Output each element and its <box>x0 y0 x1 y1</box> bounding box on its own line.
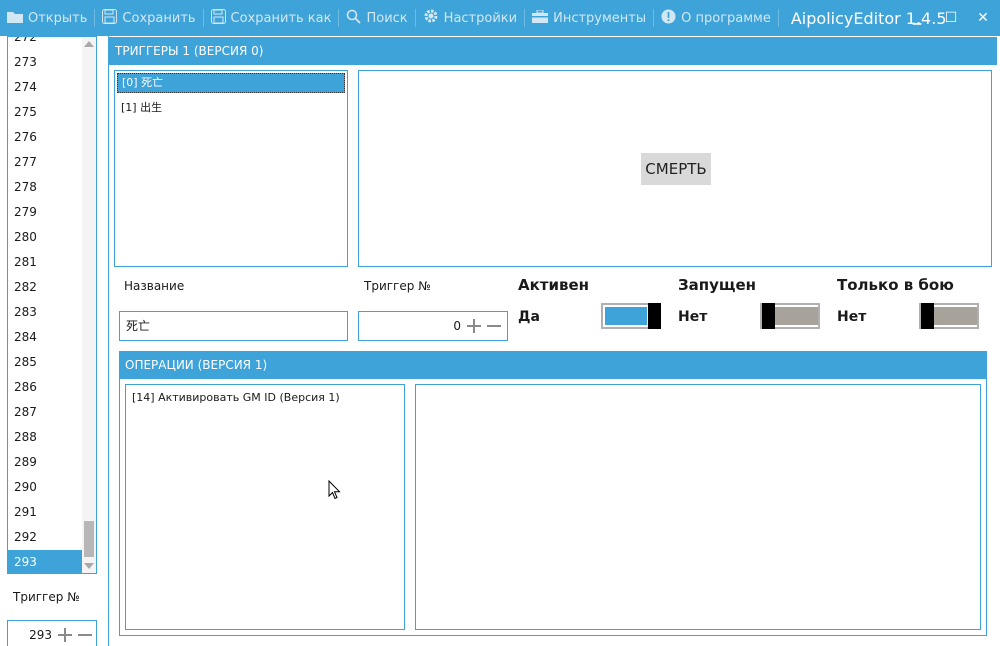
list-item[interactable]: 278 <box>8 175 84 200</box>
active-toggle-fill <box>605 307 647 325</box>
list-item[interactable]: 286 <box>8 375 84 400</box>
list-item[interactable]: 281 <box>8 250 84 275</box>
open-button[interactable]: Открыть <box>0 0 94 36</box>
combat-only-toggle[interactable] <box>919 303 979 329</box>
list-item[interactable]: 290 <box>8 475 84 500</box>
list-item[interactable]: 292 <box>8 525 84 550</box>
operation-details <box>415 384 981 630</box>
save-label: Сохранить <box>122 10 196 26</box>
running-value: Нет <box>678 309 708 325</box>
search-button[interactable]: Поиск <box>339 0 414 36</box>
left-trigger-stepper[interactable]: 293 <box>7 620 97 646</box>
minimize-icon: ▁ <box>912 11 922 25</box>
plus-icon[interactable] <box>467 319 481 333</box>
mouse-cursor-icon <box>328 480 341 500</box>
trigger-name-display[interactable]: СМЕРТЬ <box>641 153 711 185</box>
operations-list[interactable]: [14] Активировать GM ID (Версия 1) <box>125 384 405 630</box>
combat-only-value: Нет <box>837 309 867 325</box>
trigger-list[interactable]: [0] 死亡 [1] 出生 <box>114 70 348 267</box>
list-item[interactable]: 275 <box>8 100 84 125</box>
list-item[interactable]: 291 <box>8 500 84 525</box>
combat-only-toggle-knob <box>921 303 934 329</box>
trigger-number-value: 0 <box>453 319 461 333</box>
search-icon <box>346 9 362 28</box>
list-item[interactable]: 288 <box>8 425 84 450</box>
maximize-icon: ☐ <box>944 10 958 26</box>
operation-item[interactable]: [14] Активировать GM ID (Версия 1) <box>132 391 340 404</box>
title-bar: Открыть Сохранить Сохранить как Поиск На… <box>0 0 1000 36</box>
minus-icon[interactable] <box>78 628 92 642</box>
list-item[interactable]: 276 <box>8 125 84 150</box>
list-scrollbar[interactable] <box>82 37 96 573</box>
about-button[interactable]: О программе <box>654 0 778 36</box>
list-item[interactable]: 289 <box>8 450 84 475</box>
list-item[interactable]: 274 <box>8 75 84 100</box>
save-as-button[interactable]: Сохранить как <box>204 0 339 36</box>
running-toggle-fill <box>775 307 818 325</box>
tools-label: Инструменты <box>553 10 647 26</box>
save-button[interactable]: Сохранить <box>95 0 202 36</box>
scroll-up-icon[interactable] <box>84 41 94 47</box>
operations-panel: [14] Активировать GM ID (Версия 1) <box>119 379 987 636</box>
trigger-list-item[interactable]: [0] 死亡 <box>117 73 345 93</box>
running-toggle-knob <box>762 303 775 329</box>
list-item[interactable]: 279 <box>8 200 84 225</box>
plus-icon[interactable] <box>58 627 72 642</box>
active-toggle[interactable] <box>601 303 661 329</box>
tools-button[interactable]: Инструменты <box>525 0 653 36</box>
search-label: Поиск <box>366 10 408 26</box>
trigger-preview: СМЕРТЬ <box>358 70 992 267</box>
save-as-label: Сохранить как <box>230 10 332 26</box>
name-label: Название <box>124 279 185 293</box>
close-icon: ✕ <box>977 10 989 26</box>
list-item[interactable]: 284 <box>8 325 84 350</box>
active-value: Да <box>518 309 540 325</box>
list-item[interactable]: 282 <box>8 275 84 300</box>
combat-only-title: Только в бою <box>837 276 954 294</box>
running-toggle[interactable] <box>760 303 820 329</box>
active-title: Активен <box>518 276 590 294</box>
list-item[interactable]: 283 <box>8 300 84 325</box>
list-item[interactable]: 293 <box>8 550 84 573</box>
list-item[interactable]: 273 <box>8 50 84 75</box>
minus-icon[interactable] <box>487 319 501 333</box>
operations-header: ОПЕРАЦИИ (ВЕРСИЯ 1) <box>119 351 987 379</box>
trigger-number-list[interactable]: 272 273 274 275 276 277 278 279 280 281 282 283 284 2… <box>7 36 97 574</box>
toolbar-separator <box>777 9 779 27</box>
settings-button[interactable]: Настройки <box>416 0 524 36</box>
save-icon <box>102 8 118 28</box>
running-title: Запущен <box>678 276 757 294</box>
trigger-list-item[interactable]: [1] 出生 <box>117 98 345 118</box>
info-icon <box>661 9 676 28</box>
scrollbar-thumb[interactable] <box>84 521 94 557</box>
list-item[interactable]: 287 <box>8 400 84 425</box>
active-toggle-knob <box>648 303 661 329</box>
list-item[interactable]: 285 <box>8 350 84 375</box>
save-as-icon <box>210 8 226 28</box>
app-window: Открыть Сохранить Сохранить как Поиск На… <box>0 0 1000 646</box>
about-label: О программе <box>681 10 771 26</box>
combat-only-toggle-fill <box>934 307 977 325</box>
settings-label: Настройки <box>443 10 518 26</box>
maximize-button[interactable]: ☐ <box>934 0 968 36</box>
trigger-number-stepper[interactable]: 0 <box>358 311 508 341</box>
left-trigger-value: 293 <box>29 627 52 642</box>
triggers-panel: ТРИГГЕРЫ 1 (ВЕРСИЯ 0) [0] 死亡 [1] 出生 СМЕРТ… <box>108 36 1000 646</box>
left-trigger-label: Триггер № <box>13 590 80 604</box>
name-input[interactable]: 死亡 <box>119 311 348 341</box>
list-item[interactable]: 280 <box>8 225 84 250</box>
minimize-button[interactable]: ▁ <box>900 0 934 36</box>
list-item[interactable]: 272 <box>8 37 84 50</box>
open-label: Открыть <box>28 10 88 26</box>
triggers-header: ТРИГГЕРЫ 1 (ВЕРСИЯ 0) <box>109 37 997 65</box>
trigger-number-label: Триггер № <box>364 279 431 293</box>
gear-icon <box>423 8 439 28</box>
scroll-down-icon[interactable] <box>84 563 94 569</box>
folder-icon <box>7 10 23 27</box>
close-button[interactable]: ✕ <box>966 0 1000 36</box>
list-item[interactable]: 277 <box>8 150 84 175</box>
toolbox-icon <box>532 9 549 27</box>
